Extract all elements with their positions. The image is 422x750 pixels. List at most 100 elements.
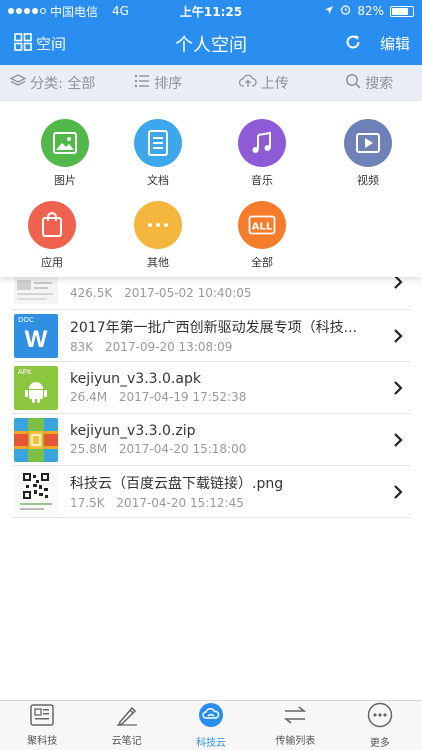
file-size: 26.4M [70, 390, 108, 404]
category-label: 文档 [147, 174, 169, 187]
file-type-badge: APK [18, 367, 32, 376]
sort-button[interactable]: 排序 [106, 73, 212, 93]
nav-bar: 空间 个人空间 编辑 [0, 22, 422, 65]
tab-news[interactable]: 聚科技 [0, 701, 84, 750]
status-time: 上午11:25 [179, 4, 243, 19]
chevron-right-icon[interactable] [386, 380, 410, 395]
category-filter-label: 分类: 全部 [30, 76, 96, 92]
refresh-icon[interactable] [344, 33, 362, 55]
file-name: 2017年第一批广西创新驱动发展专项（科技... [70, 320, 357, 336]
file-name: kejiyun_v3.3.0.apk [70, 371, 201, 387]
document-icon [134, 119, 182, 167]
category-document[interactable]: 文档 [118, 119, 198, 188]
search-button[interactable]: 搜索 [317, 73, 422, 93]
carrier-name: 中国电信 [50, 4, 99, 19]
upload-label: 上传 [260, 76, 289, 92]
cloud-icon [198, 702, 224, 731]
space-label: 空间 [36, 35, 67, 53]
video-icon [344, 119, 392, 167]
signal-strength-icon [8, 8, 46, 14]
search-label: 搜索 [365, 76, 394, 92]
file-row[interactable]: 科技云（百度云盘下载链接）.png 17.5K 2017-04-20 15:12… [12, 466, 410, 518]
category-label: 图片 [54, 174, 76, 187]
image-icon [41, 119, 89, 167]
file-row[interactable]: DOC W 2017年第一批广西创新驱动发展专项（科技... 83K 2017-… [12, 310, 410, 362]
cloud-upload-icon [238, 74, 257, 92]
category-app[interactable]: 应用 [12, 201, 92, 270]
tab-notes[interactable]: 云笔记 [84, 701, 168, 750]
qr-code-thumbnail [14, 469, 58, 514]
file-row[interactable]: APK kejiyun_v3.3.0.apk 26.4M 2017-04-19 … [12, 362, 410, 414]
tab-label: 聚科技 [27, 736, 58, 747]
battery-percent: 82% [357, 4, 384, 18]
android-icon [25, 381, 47, 403]
chevron-right-icon[interactable] [386, 328, 410, 343]
toolbar: 分类: 全部 排序 上传 搜索 [0, 65, 422, 101]
category-other[interactable]: 其他 [118, 201, 198, 270]
category-label: 应用 [41, 256, 63, 269]
chevron-right-icon[interactable] [386, 484, 410, 499]
svg-text:ALL: ALL [252, 222, 273, 233]
file-date: 2017-09-20 13:08:09 [104, 340, 233, 354]
space-menu-button[interactable]: 空间 [0, 32, 120, 55]
file-type-letter: W [24, 325, 48, 353]
network-type: 4G [112, 4, 129, 18]
file-type-badge: DOC [18, 315, 34, 324]
grid-icon [14, 32, 32, 55]
battery-icon [390, 5, 414, 17]
file-size: 83K [70, 340, 94, 354]
category-label: 其他 [147, 256, 169, 269]
file-name: kejiyun_v3.3.0.zip [70, 423, 196, 439]
tab-more[interactable]: 更多 [338, 701, 422, 750]
chevron-right-icon[interactable] [386, 275, 410, 289]
file-row[interactable]: 426.5K 2017-05-02 10:40:05 [12, 275, 410, 310]
tab-transfers[interactable]: 传输列表 [253, 701, 337, 750]
news-icon [30, 704, 54, 729]
file-row[interactable]: kejiyun_v3.3.0.zip 25.8M 2017-04-20 15:1… [12, 414, 410, 466]
category-music[interactable]: 音乐 [222, 119, 302, 188]
transfer-icon [282, 704, 308, 729]
edit-button[interactable]: 编辑 [380, 33, 410, 54]
status-bar: 中国电信 4G 上午11:25 82% [0, 0, 422, 22]
file-name: 科技云（百度云盘下载链接）.png [70, 476, 284, 492]
file-date: 2017-04-19 17:52:38 [118, 390, 247, 404]
tab-bar: 聚科技 云笔记 科技云 传输列表 更多 [0, 700, 422, 750]
alarm-icon [340, 4, 351, 18]
tab-cloud[interactable]: 科技云 [169, 701, 253, 750]
file-date: 2017-05-02 10:40:05 [124, 286, 252, 300]
file-list: 426.5K 2017-05-02 10:40:05 DOC W 2017年第一… [0, 275, 422, 518]
image-thumbnail [14, 276, 58, 304]
category-filter-button[interactable]: 分类: 全部 [0, 73, 106, 93]
category-label: 全部 [251, 256, 273, 269]
all-icon: ALL [238, 201, 286, 249]
category-video[interactable]: 视频 [328, 119, 408, 188]
category-label: 音乐 [251, 174, 273, 187]
tab-label: 传输列表 [275, 736, 316, 747]
file-size: 426.5K [70, 286, 113, 300]
page-title: 个人空间 [175, 34, 247, 56]
chevron-right-icon[interactable] [386, 432, 410, 447]
tab-label: 更多 [369, 738, 390, 749]
category-image[interactable]: 图片 [25, 119, 105, 188]
list-icon [134, 74, 150, 92]
apk-file-icon: APK [14, 365, 58, 410]
category-label: 视频 [357, 174, 379, 187]
file-date: 2017-04-20 15:18:00 [118, 442, 247, 456]
more-icon [134, 201, 182, 249]
layers-icon [9, 73, 27, 93]
location-icon [324, 4, 334, 18]
file-date: 2017-04-20 15:12:45 [116, 496, 244, 510]
tab-label: 云笔记 [111, 736, 142, 747]
app-bag-icon [28, 201, 76, 249]
search-icon [345, 73, 361, 93]
more-dots-icon [367, 702, 393, 731]
file-size: 25.8M [70, 442, 108, 456]
music-icon [238, 119, 286, 167]
file-size: 17.5K [70, 496, 105, 510]
category-all[interactable]: ALL 全部 [222, 201, 302, 270]
upload-button[interactable]: 上传 [211, 73, 317, 93]
pen-icon [115, 704, 139, 729]
tab-label: 科技云 [196, 738, 227, 749]
category-grid: 图片 文档 音乐 视频 应用 其他 ALL 全部 [0, 101, 422, 277]
word-doc-icon: DOC W [14, 313, 58, 358]
